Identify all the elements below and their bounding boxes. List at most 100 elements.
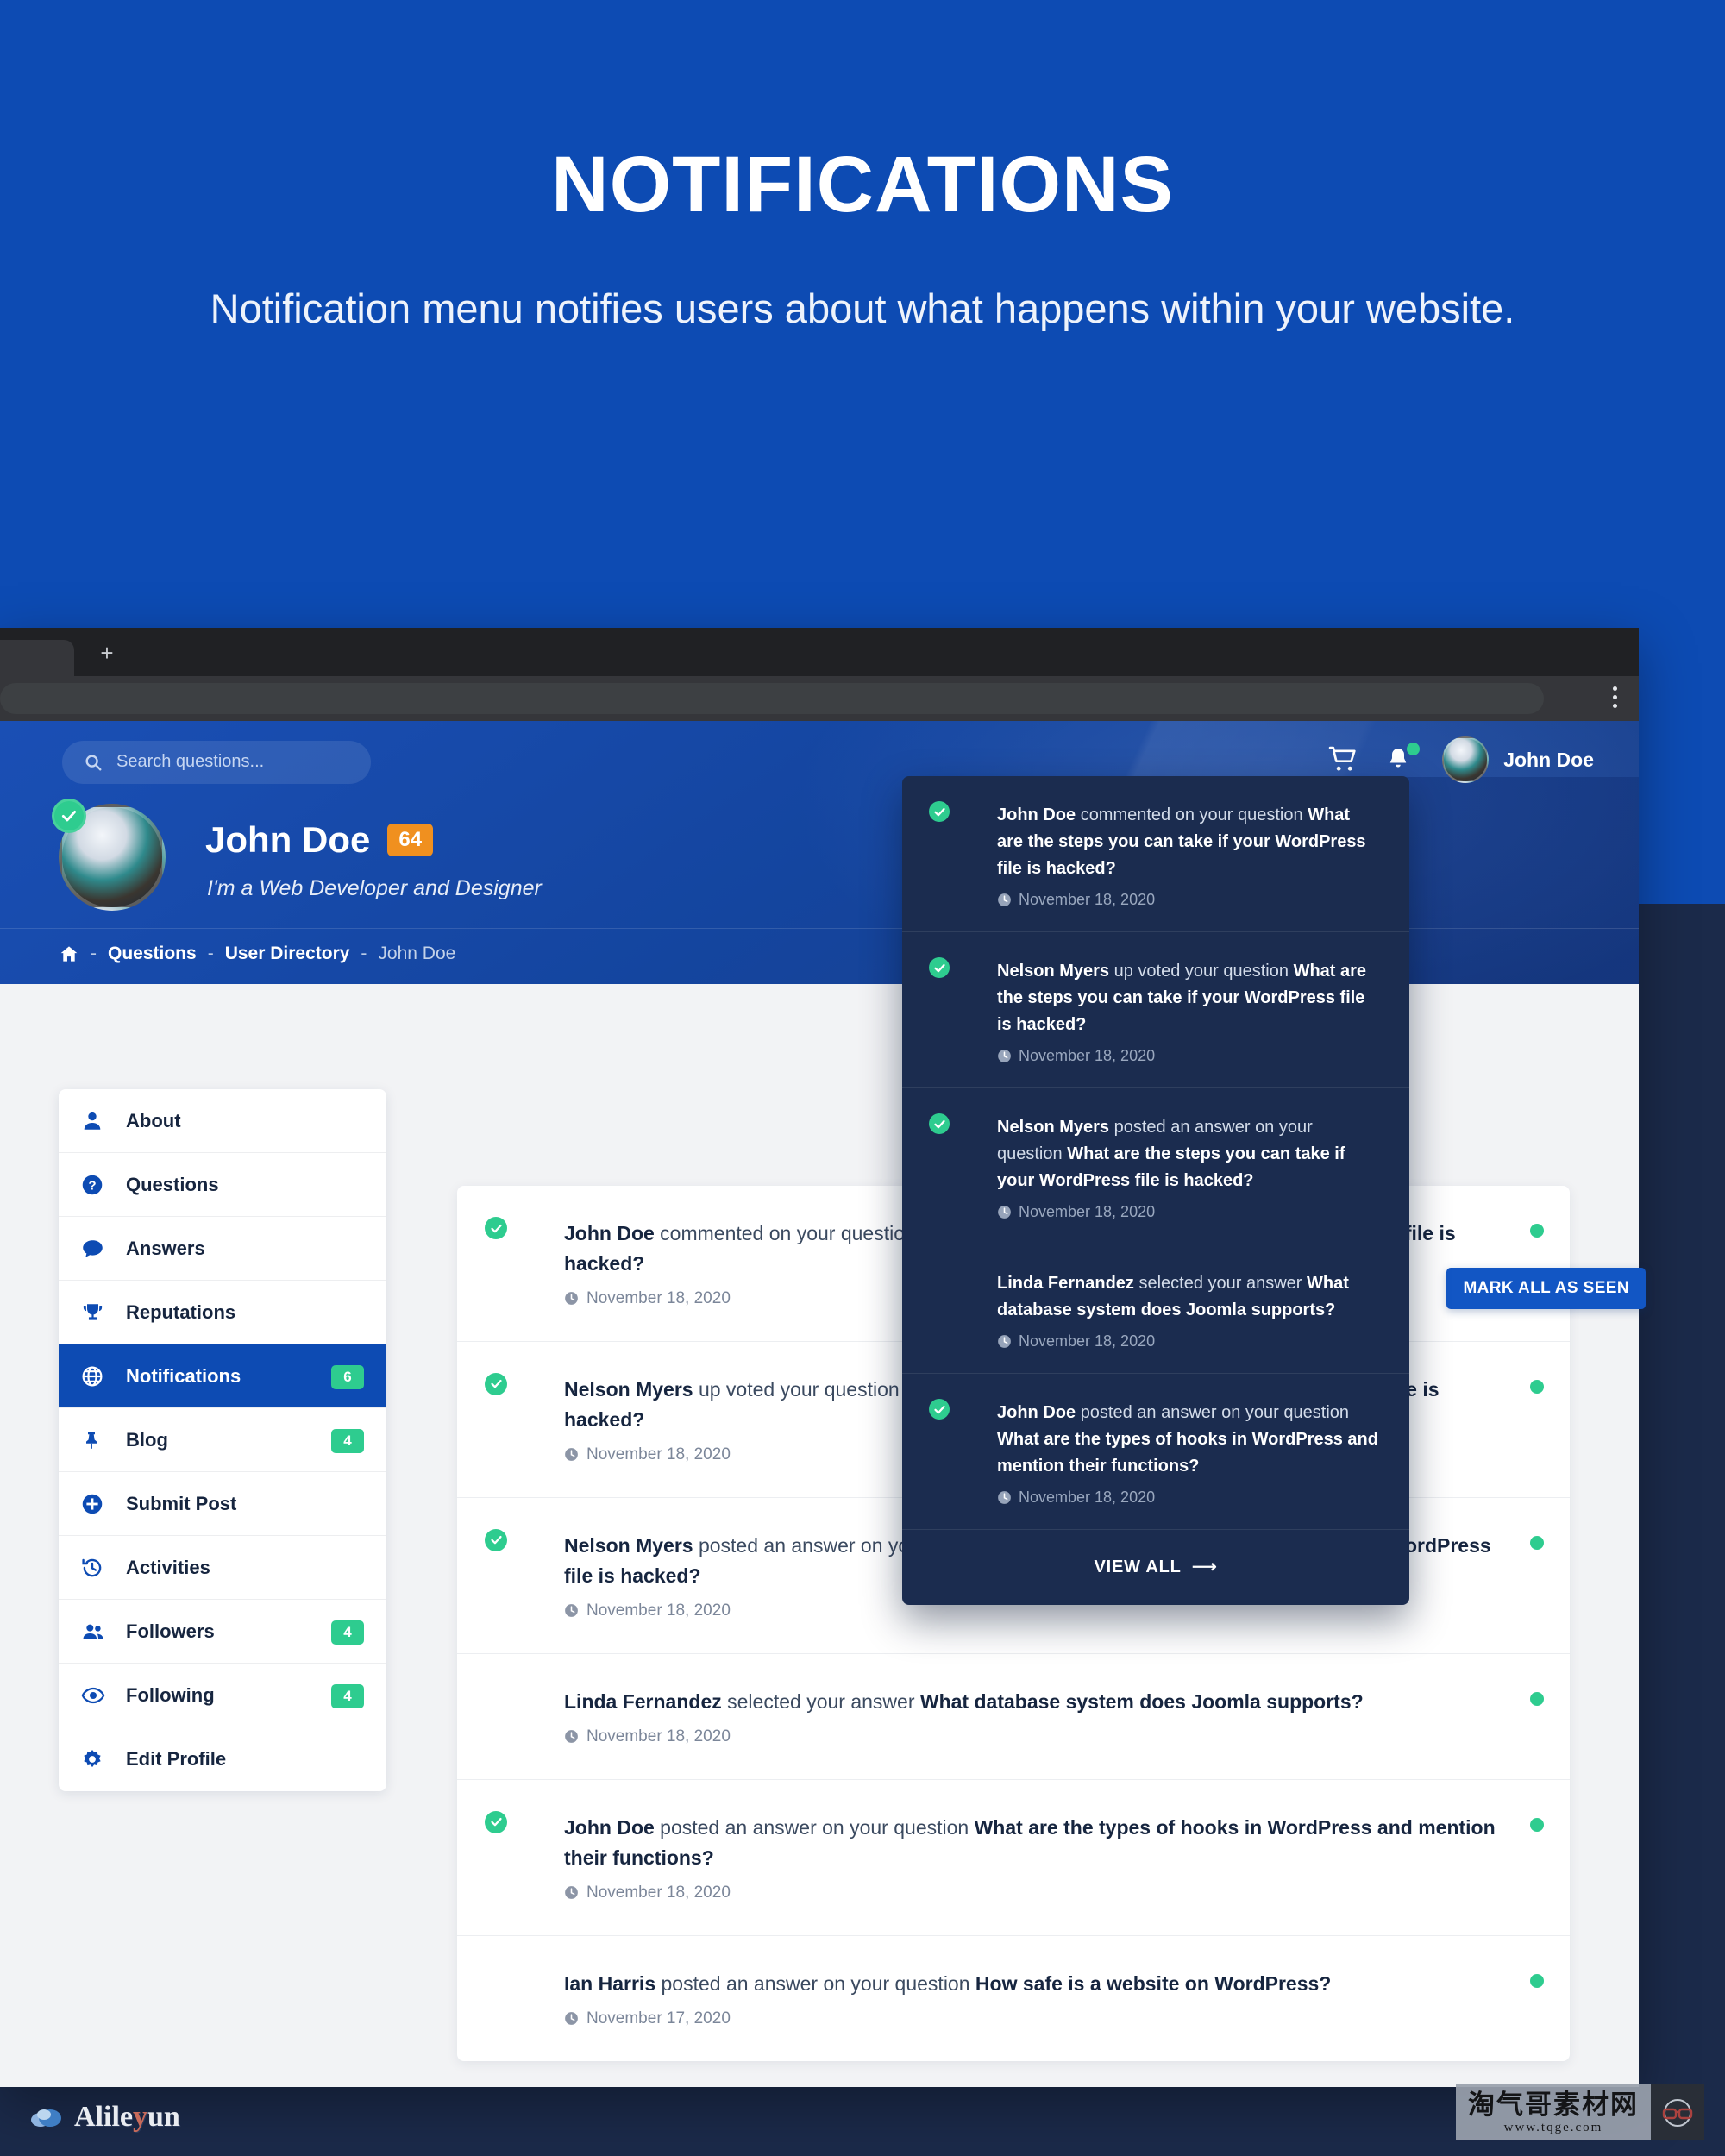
dropdown-notification-actor[interactable]: Nelson Myers [997,1118,1109,1137]
unseen-indicator-dot [1530,1535,1544,1550]
notification-body: Linda Fernandez selected your answer Wha… [564,1687,1518,1746]
dropdown-notification-row[interactable]: Nelson Myers posted an answer on your qu… [902,1088,1409,1244]
verified-check-icon [929,1113,950,1134]
avatar [932,1272,978,1319]
notification-date-text: November 18, 2020 [586,1883,731,1902]
sidebar-item-questions[interactable]: ? Questions [59,1153,386,1217]
notification-body: Ian Harris posted an answer on your ques… [564,1969,1518,2028]
notification-row[interactable]: Ian Harris posted an answer on your ques… [457,1936,1570,2061]
notification-date-text: November 18, 2020 [586,1288,731,1307]
dropdown-notification-action: commented on your question [1080,805,1303,824]
notification-subject[interactable]: How safe is a website on WordPress? [975,1972,1331,1995]
notification-actor[interactable]: John Doe [564,1222,655,1244]
dropdown-notification-date-text: November 18, 2020 [1019,1203,1156,1220]
dropdown-notification-subject[interactable]: What are the types of hooks in WordPress… [997,1430,1378,1476]
bell-icon[interactable] [1385,743,1421,774]
sidebar-item-edit-profile[interactable]: Edit Profile [59,1727,386,1791]
view-all-button[interactable]: VIEW ALL ⟶ [902,1530,1409,1605]
clock-icon [997,893,1012,907]
breadcrumb-item-questions[interactable]: Questions [108,943,197,964]
notification-action: posted an answer on your question [660,1815,969,1839]
sidebar-item-submit-post[interactable]: Submit Post [59,1472,386,1536]
browser-address-bar [0,676,1639,721]
avatar [929,1113,978,1163]
sidebar-item-label: Blog [126,1428,168,1451]
sidebar-item-followers[interactable]: Followers 4 [59,1600,386,1664]
sidebar-item-reputations[interactable]: Reputations [59,1281,386,1344]
verified-check-icon [485,1217,507,1239]
avatar [485,1372,542,1430]
notification-row[interactable]: John Doe posted an answer on your questi… [457,1780,1570,1936]
dropdown-notification-message: Nelson Myers posted an answer on your qu… [997,1118,1346,1190]
dropdown-notification-body: John Doe commented on your question What… [997,802,1380,909]
view-all-label: VIEW ALL [1094,1557,1182,1576]
notification-actor[interactable]: Linda Fernandez [564,1690,722,1713]
dropdown-notification-date-text: November 18, 2020 [1019,1489,1156,1506]
mark-all-as-seen-button[interactable]: MARK ALL AS SEEN [1446,1268,1646,1309]
user-menu[interactable]: John Doe [1442,736,1594,783]
dropdown-notification-body: Linda Fernandez selected your answer Wha… [997,1270,1380,1351]
kebab-menu-icon[interactable] [1613,686,1618,712]
breadcrumb-item-user-directory[interactable]: User Directory [225,943,350,964]
browser-tab[interactable] [0,640,74,676]
notification-row[interactable]: Linda Fernandez selected your answer Wha… [457,1654,1570,1780]
dropdown-notification-message: Linda Fernandez selected your answer Wha… [997,1274,1349,1319]
dropdown-notification-row[interactable]: John Doe posted an answer on your questi… [902,1374,1409,1530]
notification-date-text: November 18, 2020 [586,1601,731,1620]
dropdown-notification-actor[interactable]: John Doe [997,1403,1076,1422]
dropdown-notification-date: November 18, 2020 [997,1047,1380,1065]
glasses-icon [1651,2084,1704,2140]
home-icon[interactable] [59,944,79,963]
page-title: NOTIFICATIONS [551,141,1174,229]
shopping-cart-icon[interactable] [1328,745,1358,774]
url-input[interactable] [0,683,1544,714]
notifications-dropdown: John Doe commented on your question What… [902,776,1409,1605]
clock-icon [564,1729,579,1744]
notification-action: posted an answer on your question [661,1971,970,1995]
sidebar-item-answers[interactable]: Answers [59,1217,386,1281]
watermark-alileyun: Alileyun [29,2101,180,2134]
verified-check-icon [485,1528,507,1551]
search-icon [84,753,103,772]
avatar [1442,736,1490,783]
dropdown-notification-row[interactable]: John Doe commented on your question What… [902,776,1409,932]
hero-subtitle: Notification menu notifies users about w… [210,285,1515,331]
notification-subject[interactable]: What database system does Joomla support… [920,1690,1364,1713]
notification-actor[interactable]: Nelson Myers [564,1378,693,1401]
notification-actor[interactable]: John Doe [564,1816,655,1839]
notification-actor[interactable]: Nelson Myers [564,1534,693,1557]
watermark-chinese: 淘气哥素材网 [1468,2090,1639,2120]
clock-icon [997,1334,1012,1349]
avatar [488,1689,542,1742]
reputation-badge: 64 [387,824,434,856]
sidebar-item-notifications[interactable]: Notifications 6 [59,1344,386,1408]
clock-icon [564,1447,579,1462]
sidebar-item-following[interactable]: Following 4 [59,1664,386,1727]
dropdown-notification-row[interactable]: Linda Fernandez selected your answer Wha… [902,1244,1409,1374]
sidebar-item-activities[interactable]: Activities [59,1536,386,1600]
dropdown-notification-actor[interactable]: Nelson Myers [997,962,1109,981]
svg-text:?: ? [88,1178,96,1193]
dropdown-notification-actor[interactable]: Linda Fernandez [997,1274,1134,1293]
sidebar-item-blog[interactable]: Blog 4 [59,1408,386,1472]
sidebar-item-label: Questions [126,1173,219,1195]
clock-icon [997,1490,1012,1505]
avatar [485,1528,542,1586]
dropdown-notification-actor[interactable]: John Doe [997,805,1076,824]
new-tab-icon[interactable]: + [95,642,119,666]
clock-icon [564,1603,579,1618]
dropdown-notification-body: Nelson Myers up voted your question What… [997,958,1380,1065]
dropdown-notification-body: John Doe posted an answer on your questi… [997,1400,1380,1507]
search-input[interactable]: Search questions... [62,741,371,784]
sidebar-item-count: 4 [331,1684,364,1708]
verified-check-icon [52,799,86,833]
pin-icon [81,1429,110,1451]
sidebar-item-label: Answers [126,1237,205,1259]
notification-action: commented on your question [660,1222,916,1244]
dropdown-notification-row[interactable]: Nelson Myers up voted your question What… [902,932,1409,1088]
avatar [929,957,978,1006]
dropdown-notification-date: November 18, 2020 [997,1489,1380,1507]
sidebar-item-label: Reputations [126,1300,236,1323]
notification-actor[interactable]: Ian Harris [564,1972,656,1995]
sidebar-item-about[interactable]: About [59,1089,386,1153]
